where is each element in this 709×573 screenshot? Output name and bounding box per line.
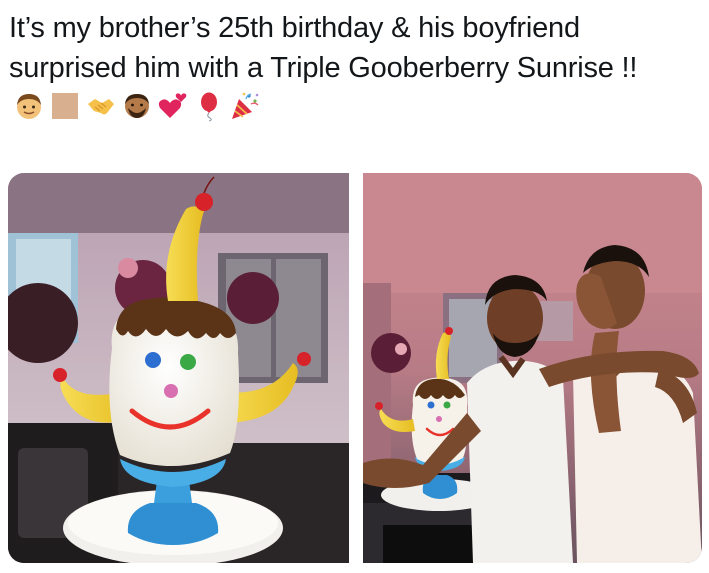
skin-tone-swatch-icon <box>52 93 78 119</box>
balloon-icon <box>201 92 217 122</box>
man-beard-icon <box>125 94 149 118</box>
cake-closeup-illustration <box>8 173 349 563</box>
emoji-row <box>13 90 261 122</box>
man-icon <box>17 94 41 119</box>
party-popper-icon <box>232 92 259 119</box>
hearts-icon <box>158 93 187 118</box>
cake-closeup-photo[interactable] <box>8 173 349 563</box>
handshake-icon <box>88 99 114 115</box>
tweet-text: It’s my brother’s 25th birthday & his bo… <box>9 12 638 84</box>
couple-illustration <box>363 173 702 563</box>
couple-with-cake-photo[interactable] <box>363 173 702 563</box>
photo-grid[interactable] <box>8 173 702 563</box>
tweet-text-block: It’s my brother’s 25th birthday & his bo… <box>9 8 699 128</box>
